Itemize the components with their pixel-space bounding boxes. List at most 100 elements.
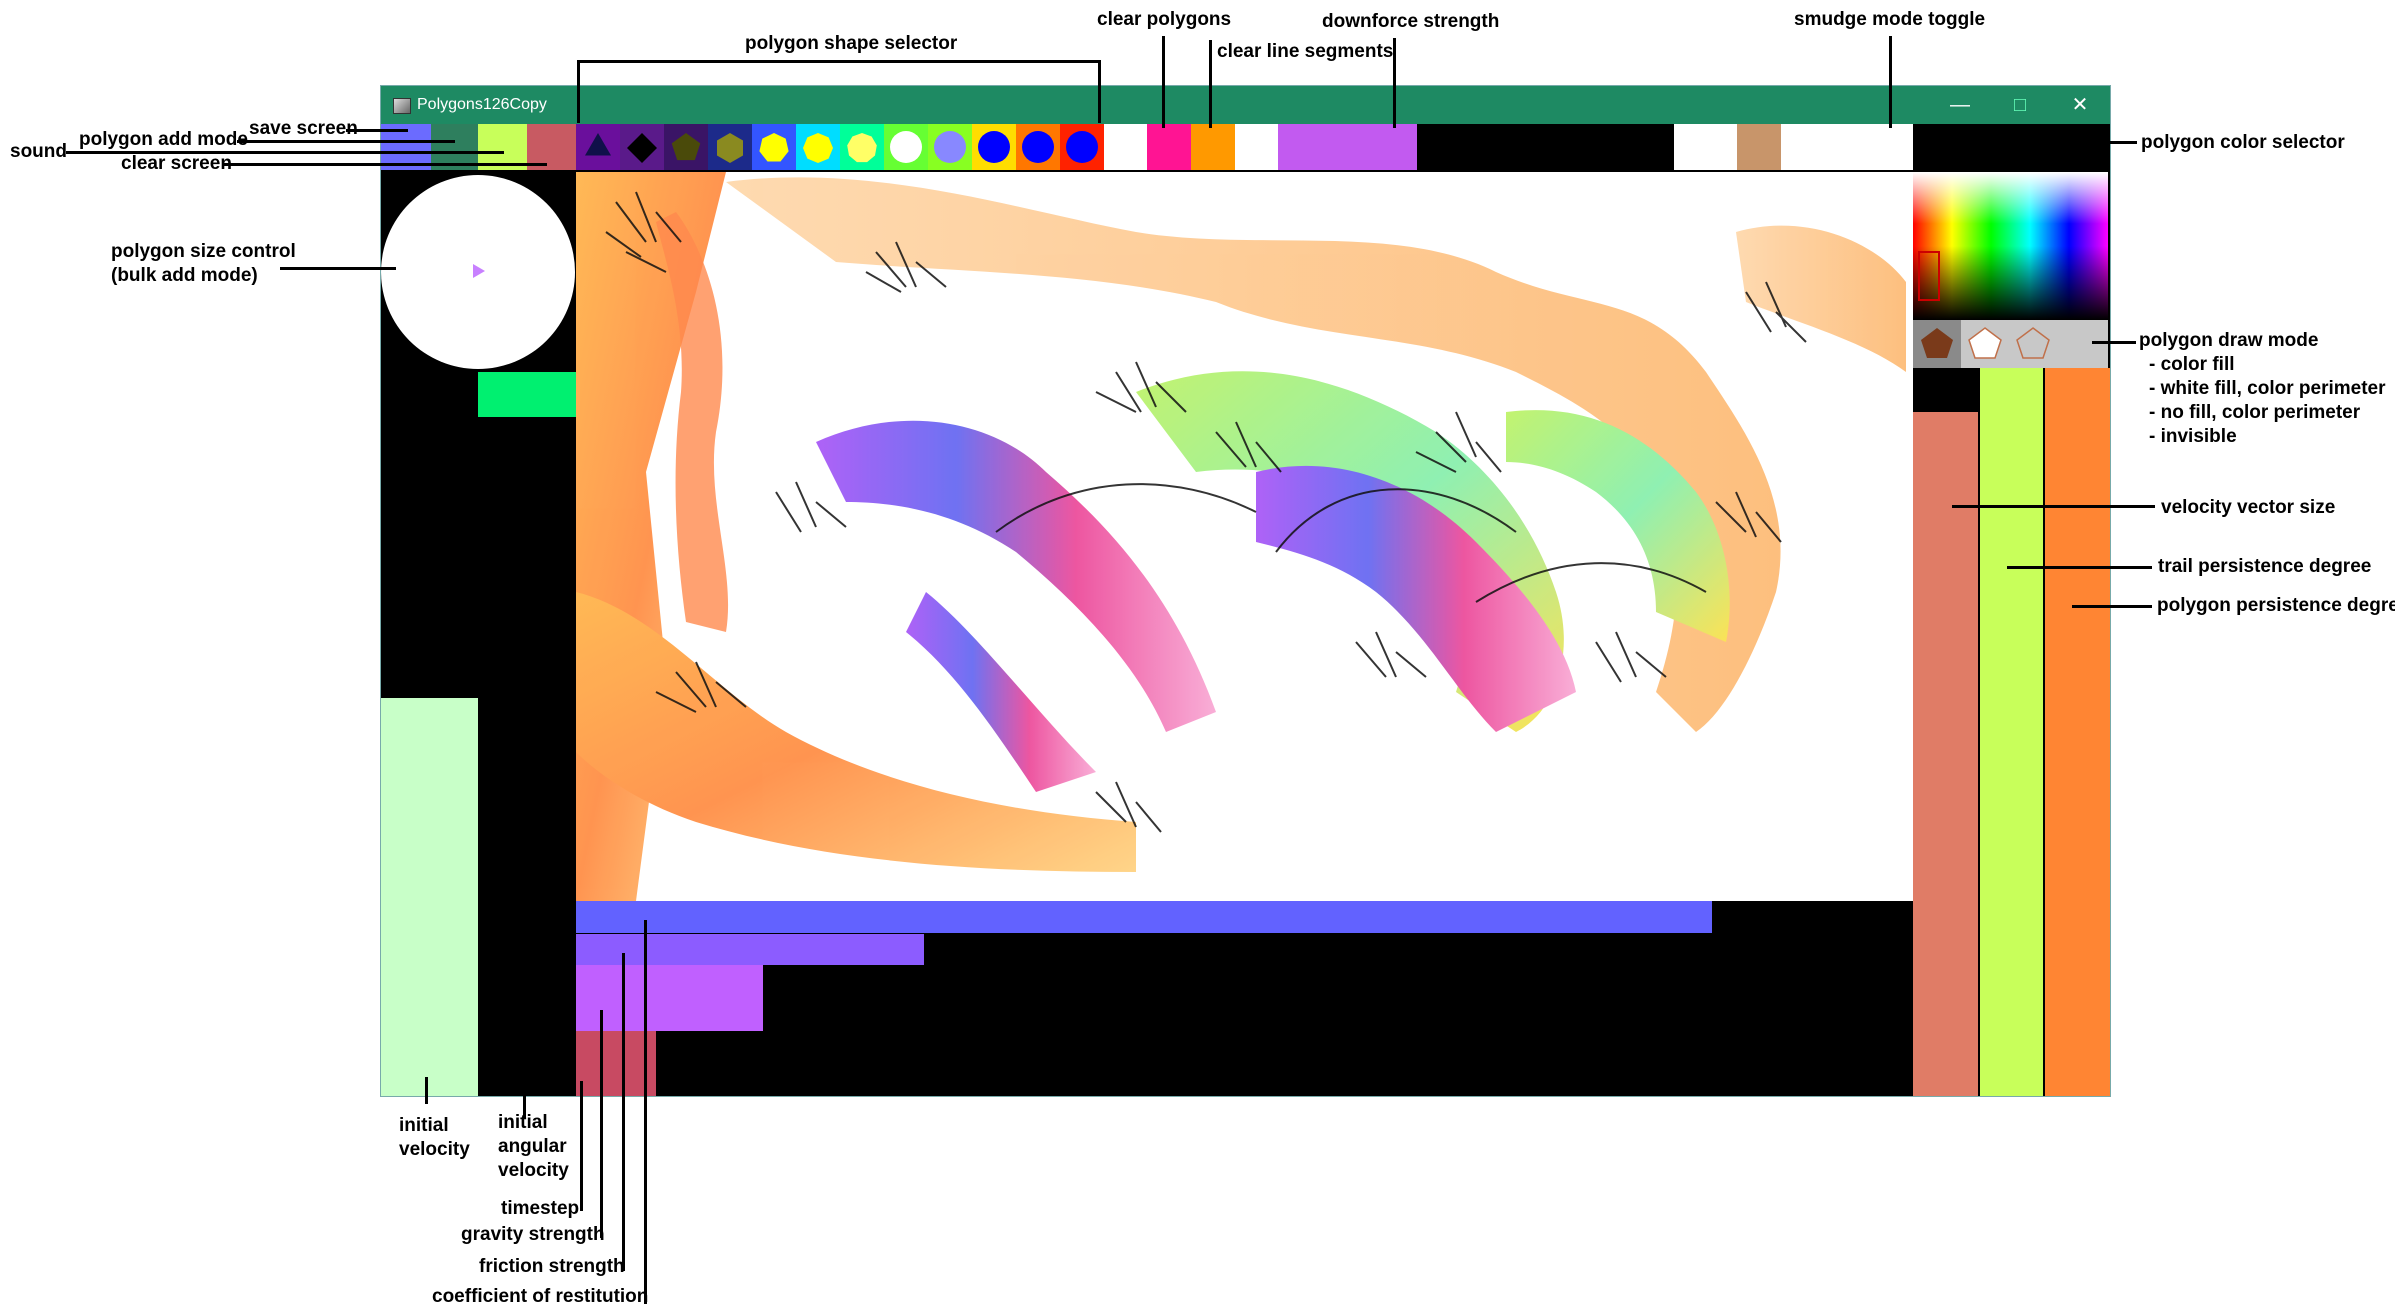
label-line: polygon draw mode [2139, 330, 2319, 351]
app-window: Polygons126Copy — □ ✕ [380, 85, 2111, 1097]
label-polygon-shape-selector: polygon shape selector [745, 33, 958, 54]
bracket-line [577, 60, 1101, 63]
shape-option-heptagon[interactable] [752, 124, 796, 170]
gravity-strength-fill [576, 965, 763, 1031]
label-trail-persistence-degree: trail persistence degree [2158, 556, 2372, 577]
filled-pentagon-icon [1921, 328, 1953, 358]
label-line: polygon size control [111, 241, 296, 262]
bottom-slider-panel [576, 901, 1913, 1096]
shape-option-nonagon[interactable] [840, 124, 884, 170]
window-title: Polygons126Copy [417, 96, 547, 113]
label-line: angular [498, 1136, 567, 1157]
shape-option-circle[interactable] [1016, 124, 1060, 170]
shape-option-hexagon[interactable] [708, 124, 752, 170]
coefficient-of-restitution-fill [576, 901, 1712, 933]
label-coefficient-of-restitution: coefficient of restitution [432, 1286, 649, 1307]
label-polygon-color-selector: polygon color selector [2141, 132, 2345, 153]
shape-option-diamond[interactable] [620, 124, 664, 170]
label-initial-velocity: initial velocity [399, 1114, 479, 1162]
bracket-line [1098, 60, 1101, 123]
color-selector-cursor [1918, 251, 1940, 301]
pointer-line [1393, 38, 1396, 128]
pointer-line [2007, 566, 2152, 569]
draw-mode-white-fill-button[interactable] [1961, 320, 2009, 368]
pointer-line [1889, 36, 1892, 128]
velocity-vector-size-fill [1913, 412, 1978, 1096]
hexagon-icon [717, 133, 743, 163]
polygon-size-control[interactable] [381, 172, 576, 372]
draw-mode-invisible-button[interactable] [2057, 320, 2105, 368]
shape-option-circle[interactable] [972, 124, 1016, 170]
pointer-line [280, 267, 396, 270]
shape-option-triangle[interactable] [576, 124, 620, 170]
clear-line-segments-button[interactable] [1191, 124, 1235, 170]
heptagon-icon [759, 133, 789, 162]
label-line: - no fill, color perimeter [2149, 402, 2361, 423]
pointer-line [2072, 605, 2152, 608]
drawing-canvas[interactable] [576, 172, 1913, 901]
maximize-button[interactable]: □ [1990, 86, 2050, 124]
pointer-line [622, 953, 625, 1271]
bracket-line [577, 60, 580, 123]
polygon-color-selector[interactable] [1913, 172, 2108, 320]
friction-strength-slider[interactable] [576, 934, 1913, 965]
label-smudge-mode-toggle: smudge mode toggle [1794, 9, 1986, 30]
pentagon-icon [671, 133, 701, 161]
pointer-line [580, 1081, 583, 1211]
gravity-strength-slider[interactable] [576, 965, 1913, 1031]
label-line: - color fill [2149, 354, 2235, 375]
trail-persistence-slider[interactable] [1980, 368, 2043, 1096]
pointer-line [644, 920, 647, 1304]
app-icon [393, 98, 411, 114]
octagon-icon [803, 133, 833, 163]
trail-persistence-fill [1980, 368, 2043, 1096]
velocity-vector-size-slider[interactable] [1913, 368, 1978, 1096]
label-clear-line-segments: clear line segments [1217, 41, 1394, 62]
pointer-line [425, 1077, 428, 1104]
toolbar-spacer [1674, 124, 1737, 170]
toolbar-spacer [1235, 124, 1278, 170]
friction-strength-fill [576, 934, 924, 965]
coefficient-of-restitution-slider[interactable] [576, 901, 1913, 933]
pointer-line [600, 1010, 603, 1238]
label-polygon-draw-mode: polygon draw mode - color fill - white f… [2139, 329, 2395, 449]
smudge-mode-toggle-button[interactable] [1737, 124, 1781, 170]
label-friction-strength: friction strength [479, 1256, 625, 1277]
shape-option-pentagon[interactable] [664, 124, 708, 170]
initial-velocity-slider[interactable] [381, 372, 478, 1096]
outline-pentagon-icon [2016, 327, 2050, 359]
label-downforce-strength: downforce strength [1322, 11, 1500, 32]
downforce-strength-slider[interactable] [1278, 124, 1674, 170]
initial-angular-velocity-marker [478, 372, 576, 417]
label-initial-angular-velocity: initial angular velocity [498, 1111, 578, 1183]
label-clear-polygons: clear polygons [1097, 9, 1232, 30]
label-polygon-size-control: polygon size control (bulk add mode) [111, 240, 311, 288]
title-bar[interactable]: Polygons126Copy — □ ✕ [381, 86, 2110, 124]
canvas-artwork [576, 172, 1906, 901]
pointer-line [1209, 40, 1212, 128]
label-timestep: timestep [501, 1198, 580, 1219]
clear-polygons-button[interactable] [1147, 124, 1191, 170]
shape-option-circle[interactable] [1060, 124, 1104, 170]
shape-option-circle[interactable] [884, 124, 928, 170]
label-line: initial [498, 1112, 548, 1133]
close-button[interactable]: ✕ [2050, 86, 2110, 124]
initial-velocity-fill [381, 698, 478, 1096]
triangle-icon [585, 133, 611, 156]
label-polygon-add-mode: polygon add mode [79, 129, 248, 150]
pointer-line [237, 140, 455, 143]
circle-icon [978, 131, 1010, 163]
polygon-persistence-slider[interactable] [2045, 368, 2110, 1096]
label-line: velocity [498, 1160, 569, 1181]
initial-angular-velocity-slider[interactable] [478, 372, 576, 1096]
pointer-line [2092, 341, 2136, 344]
white-pentagon-icon [1968, 327, 2002, 359]
draw-mode-color-fill-button[interactable] [1913, 320, 1961, 368]
draw-mode-no-fill-button[interactable] [2009, 320, 2057, 368]
circle-icon [934, 131, 966, 163]
nonagon-icon [847, 133, 877, 163]
shape-option-octagon[interactable] [796, 124, 840, 170]
shape-option-circle[interactable] [928, 124, 972, 170]
minimize-button[interactable]: — [1930, 86, 1990, 124]
timestep-slider[interactable] [576, 1031, 1913, 1096]
